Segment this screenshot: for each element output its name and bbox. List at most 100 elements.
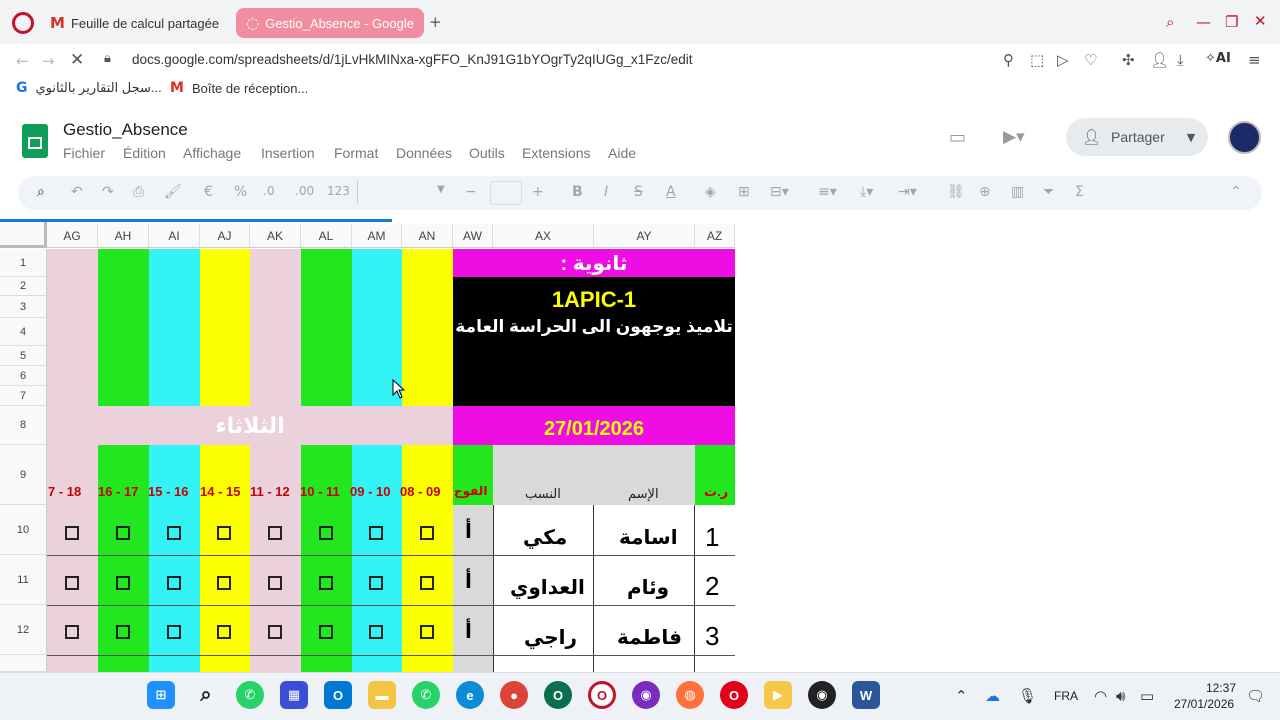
column-header[interactable]: AH <box>98 224 149 248</box>
attendance-checkbox[interactable] <box>268 625 282 639</box>
strikethrough-icon[interactable]: S <box>634 184 643 200</box>
cyan-column-cell[interactable] <box>149 249 200 406</box>
ai-icon[interactable]: ✧AI <box>1205 51 1231 66</box>
opera-icon[interactable]: O <box>588 681 616 709</box>
obs-icon[interactable]: ◉ <box>808 681 836 709</box>
column-header[interactable]: AW <box>453 224 493 248</box>
avatar[interactable] <box>1228 121 1261 154</box>
menu-icon[interactable]: ≡ <box>1248 51 1261 69</box>
row-header[interactable]: 11 <box>0 555 47 605</box>
yellow-column-cell[interactable] <box>402 249 453 406</box>
borders-icon[interactable]: ⊞ <box>738 184 750 200</box>
lock-icon[interactable]: 🔒︎ <box>104 51 111 66</box>
text-wrap-icon[interactable]: ⇥▾ <box>898 184 917 200</box>
row-header[interactable]: 10 <box>0 505 47 555</box>
row-header[interactable]: 8 <box>0 406 47 445</box>
green-column-cell[interactable] <box>98 249 149 406</box>
green-column-cell[interactable] <box>301 249 352 406</box>
merge-cells-icon[interactable]: ⊟▾ <box>770 184 789 200</box>
redo-icon[interactable]: ↷ <box>102 184 114 200</box>
surname-cell[interactable]: مكي <box>523 525 567 550</box>
chrome-icon[interactable]: ● <box>500 681 528 709</box>
profile-icon[interactable]: 👤︎ <box>1150 51 1169 69</box>
group-cell[interactable]: أ <box>465 619 472 644</box>
heart-icon[interactable]: ♡ <box>1084 51 1097 69</box>
italic-icon[interactable]: I <box>604 184 608 200</box>
column-header[interactable]: AZ <box>695 224 735 248</box>
menu-format[interactable]: Format <box>334 145 378 161</box>
row-header[interactable]: 9 <box>0 445 47 505</box>
column-header[interactable]: AM <box>352 224 402 248</box>
increase-font-size-icon[interactable]: + <box>532 184 544 200</box>
title-block-cell[interactable]: 1APIC-1 تلاميذ يوجهون الى الحراسة العامة <box>453 277 735 406</box>
undo-icon[interactable]: ↶ <box>71 184 83 200</box>
row-header[interactable]: 7 <box>0 386 47 406</box>
attendance-checkbox[interactable] <box>217 576 231 590</box>
attendance-checkbox[interactable] <box>167 576 181 590</box>
attendance-checkbox[interactable] <box>65 576 79 590</box>
attendance-checkbox[interactable] <box>65 526 79 540</box>
attendance-checkbox[interactable] <box>116 625 130 639</box>
column-header[interactable]: AN <box>402 224 453 248</box>
player-icon[interactable]: ▷ <box>1057 51 1069 69</box>
fill-color-icon[interactable]: ◈ <box>705 184 716 200</box>
increase-decimal-icon[interactable]: .00 <box>295 184 314 198</box>
attendance-checkbox[interactable] <box>369 576 383 590</box>
paint-format-icon[interactable]: 🖌︎ <box>164 184 182 200</box>
start-icon[interactable]: ⊞ <box>147 681 175 709</box>
menu-file[interactable]: Fichier <box>63 145 105 161</box>
pin-icon[interactable]: ⚲ <box>1003 51 1014 69</box>
microphone-icon[interactable]: 🎙︎ <box>1018 687 1037 705</box>
opera-red-icon[interactable]: O <box>720 681 748 709</box>
video-player-icon[interactable]: ▶ <box>764 681 792 709</box>
number-cell[interactable]: 2 <box>705 571 719 602</box>
row-header[interactable]: 12 <box>0 605 47 655</box>
clock-date[interactable]: 27/01/2026 <box>1174 697 1234 711</box>
battery-icon[interactable]: ▭ <box>1140 687 1154 705</box>
attendance-checkbox[interactable] <box>420 625 434 639</box>
store-icon[interactable]: ▦ <box>280 681 308 709</box>
bookmark-item[interactable]: M Boîte de réception... <box>170 80 308 96</box>
attendance-checkbox[interactable] <box>319 526 333 540</box>
menu-view[interactable]: Affichage <box>183 145 241 161</box>
row-header[interactable] <box>0 655 47 672</box>
name-cell[interactable]: اسامة <box>619 525 678 550</box>
attendance-checkbox[interactable] <box>116 526 130 540</box>
row-header[interactable]: 1 <box>0 249 47 277</box>
attendance-checkbox[interactable] <box>319 625 333 639</box>
group-cell[interactable]: أ <box>465 519 472 544</box>
maximize-icon[interactable]: ❐ <box>1225 13 1238 31</box>
align-vertical-icon[interactable]: ⤓▾ <box>860 184 873 200</box>
select-all-corner[interactable] <box>0 222 47 248</box>
tab-spreadsheet-shared[interactable]: M Feuille de calcul partagée <box>40 8 226 38</box>
number-cell[interactable]: 1 <box>705 522 719 553</box>
menu-insert[interactable]: Insertion <box>261 145 315 161</box>
sheets-logo-icon[interactable] <box>22 124 48 158</box>
attendance-checkbox[interactable] <box>268 576 282 590</box>
notifications-icon[interactable]: 🗨︎ <box>1246 687 1265 705</box>
row-header[interactable]: 4 <box>0 318 47 346</box>
attendance-checkbox[interactable] <box>167 526 181 540</box>
link-icon[interactable]: ⛓︎ <box>947 184 965 200</box>
snapshot-icon[interactable]: ⬚ <box>1030 51 1044 69</box>
row-header[interactable]: 5 <box>0 346 47 366</box>
attendance-checkbox[interactable] <box>116 576 130 590</box>
download-icon[interactable]: ⤓ <box>1177 51 1184 69</box>
column-header[interactable]: AK <box>250 224 301 248</box>
language-indicator[interactable]: FRA <box>1054 689 1078 703</box>
forward-icon[interactable]: → <box>42 52 55 70</box>
menu-tools[interactable]: Outils <box>469 145 505 161</box>
filter-icon[interactable]: ⏷ <box>1043 184 1054 200</box>
column-header[interactable]: AY <box>594 224 695 248</box>
search-icon[interactable]: ⌕ <box>192 681 220 709</box>
font-dropdown-icon[interactable]: ▼ <box>437 184 445 195</box>
functions-icon[interactable]: Σ <box>1075 184 1084 200</box>
attendance-checkbox[interactable] <box>268 526 282 540</box>
chevron-up-icon[interactable]: ⌃ <box>955 687 968 705</box>
column-header[interactable]: AI <box>149 224 200 248</box>
menu-help[interactable]: Aide <box>608 145 636 161</box>
column-header[interactable]: AG <box>47 224 98 248</box>
word-icon[interactable]: W <box>852 681 880 709</box>
column-header[interactable]: AJ <box>200 224 250 248</box>
attendance-checkbox[interactable] <box>420 526 434 540</box>
